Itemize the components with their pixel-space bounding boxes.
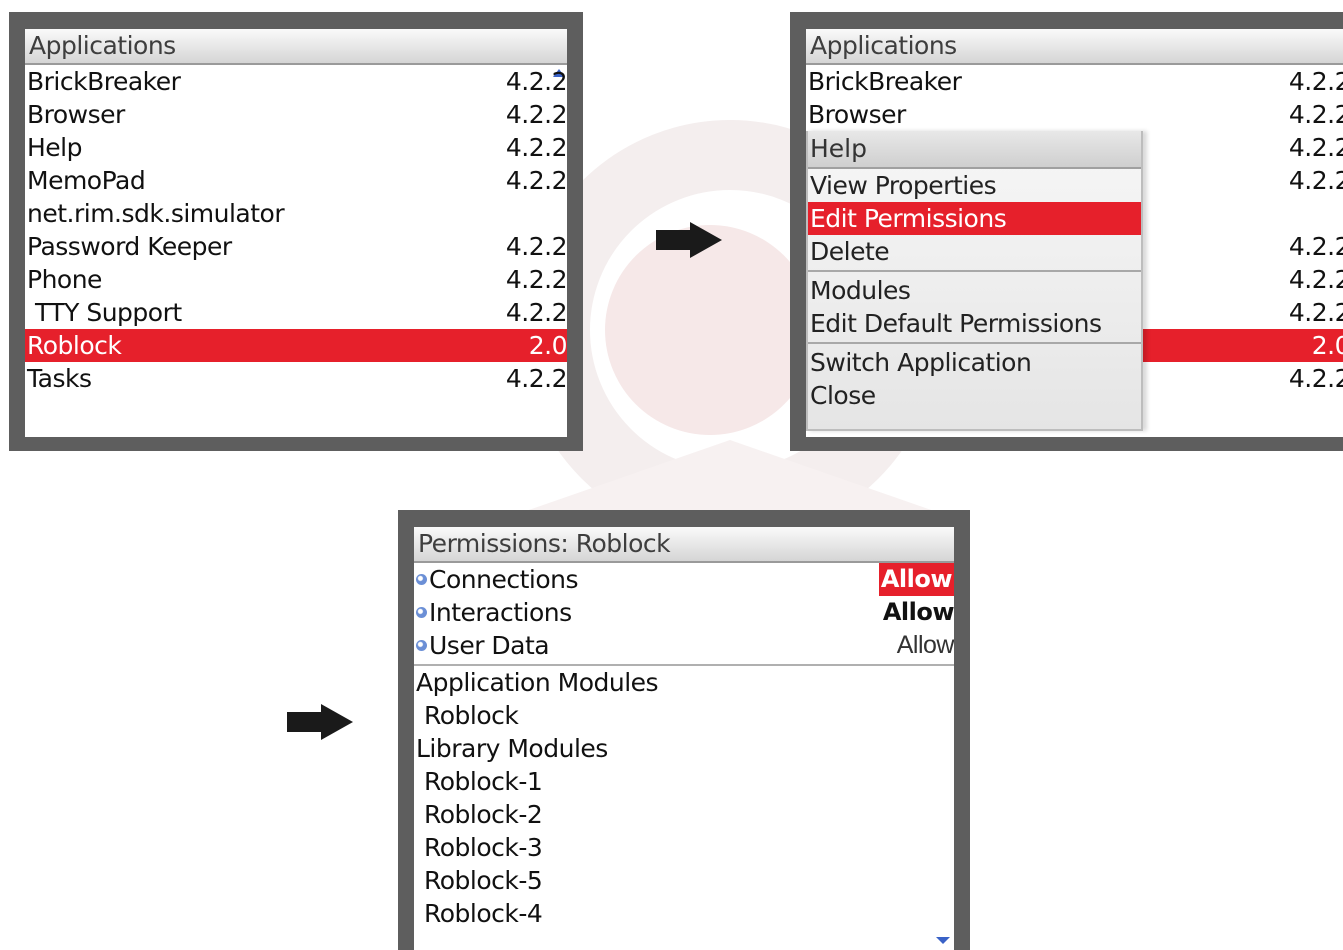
app-name: Phone [27, 265, 102, 294]
list-item-library-module[interactable]: Roblock-3 [414, 831, 954, 864]
app-row-tty-support[interactable]: TTY Support 4.2.2 [25, 296, 567, 329]
app-version: 4.2.2 [505, 298, 567, 327]
app-version: 4.2.2 [1288, 232, 1343, 261]
app-version: 4.2.2 [505, 166, 567, 195]
app-version: 2.0 [528, 331, 567, 360]
permission-value[interactable]: Allow [878, 563, 954, 596]
menu-item-edit-permissions[interactable]: Edit Permissions [808, 202, 1141, 235]
expand-bullet-icon[interactable] [416, 573, 427, 585]
app-version: 4.2.2 [505, 67, 567, 96]
app-row-help[interactable]: Help 4.2.2 [25, 131, 567, 164]
permission-value[interactable]: Allow [883, 596, 954, 629]
app-row-brickbreaker[interactable]: BrickBreaker 4.2.2 [25, 65, 567, 98]
app-version: 4.2.2 [1288, 133, 1343, 162]
screen-title: Applications [806, 29, 1343, 65]
app-name: BrickBreaker [27, 67, 181, 96]
app-version: 4.2.2 [1288, 364, 1343, 393]
app-version: 4.2.2 [1288, 166, 1343, 195]
app-row-phone[interactable]: Phone 4.2.2 [25, 263, 567, 296]
menu-item-modules[interactable]: Modules [808, 274, 1141, 307]
menu-item-switch-application[interactable]: Switch Application [808, 346, 1141, 379]
app-name: Browser [808, 100, 906, 129]
app-version: 4.2.2 [1288, 67, 1343, 96]
app-name: Tasks [27, 364, 92, 393]
menu-separator [808, 342, 1141, 344]
permission-label: User Data [429, 631, 550, 660]
menu-item-close[interactable]: Close [808, 379, 1141, 412]
app-row-tasks[interactable]: Tasks 4.2.2 [25, 362, 567, 395]
screen-applications-list: Applications BrickBreaker 4.2.2 Browser … [9, 12, 583, 451]
app-version: 4.2.2 [505, 364, 567, 393]
arrow-right-icon [287, 704, 357, 740]
app-row-browser[interactable]: Browser 4.2.2 [25, 98, 567, 131]
permission-row-user-data[interactable]: User Data Allow [414, 629, 954, 662]
app-version: 4.2.2 [1288, 265, 1343, 294]
screen-title: Applications [25, 29, 567, 65]
app-name: TTY Support [35, 298, 182, 327]
app-version: 4.2.2 [1288, 298, 1343, 327]
permission-row-connections[interactable]: Connections Allow [414, 563, 954, 596]
context-menu: Help View Properties Edit Permissions De… [806, 131, 1143, 431]
app-name: BrickBreaker [808, 67, 962, 96]
app-version: 4.2.2 [505, 100, 567, 129]
app-name: net.rim.sdk.simulator [27, 199, 285, 228]
app-version: 4.2.2 [505, 265, 567, 294]
list-item-library-module[interactable]: Roblock-2 [414, 798, 954, 831]
scroll-down-icon[interactable] [936, 937, 950, 944]
permission-value[interactable]: Allow [897, 629, 954, 662]
menu-item-view-properties[interactable]: View Properties [808, 169, 1141, 202]
menu-item-edit-default-permissions[interactable]: Edit Default Permissions [808, 307, 1141, 340]
arrow-right-icon [656, 222, 726, 258]
app-version: 2.0 [1311, 331, 1343, 360]
permission-label: Connections [429, 565, 578, 594]
app-name: Browser [27, 100, 125, 129]
expand-bullet-icon[interactable] [416, 606, 427, 618]
app-name: Help [27, 133, 83, 162]
list-item-application-module[interactable]: Roblock [414, 699, 954, 732]
app-name: Roblock [27, 331, 122, 360]
screen-permissions: Permissions: Roblock Connections Allow I… [398, 510, 970, 950]
app-row-memopad[interactable]: MemoPad 4.2.2 [25, 164, 567, 197]
list-item-library-module[interactable]: Roblock-4 [414, 897, 954, 930]
app-version: 4.2.2 [1288, 100, 1343, 129]
menu-item-help[interactable]: Help [808, 131, 1141, 169]
screen-title: Permissions: Roblock [414, 527, 954, 563]
app-row-roblock-selected[interactable]: Roblock 2.0 [25, 329, 567, 362]
screen-applications-menu: Applications BrickBreaker 4.2.2 Browser … [790, 12, 1343, 451]
permission-row-interactions[interactable]: Interactions Allow [414, 596, 954, 629]
app-row-brickbreaker[interactable]: BrickBreaker 4.2.2 [806, 65, 1343, 98]
app-row-simulator[interactable]: net.rim.sdk.simulator [25, 197, 567, 230]
app-row-browser[interactable]: Browser 4.2.2 [806, 98, 1343, 131]
app-name: Password Keeper [27, 232, 232, 261]
watermark-shape [500, 440, 960, 520]
app-row-password-keeper[interactable]: Password Keeper 4.2.2 [25, 230, 567, 263]
permission-label: Interactions [429, 598, 572, 627]
section-header-application-modules: Application Modules [416, 668, 659, 697]
menu-separator [808, 270, 1141, 272]
app-version: 4.2.2 [505, 232, 567, 261]
list-item-library-module[interactable]: Roblock-5 [414, 864, 954, 897]
expand-bullet-icon[interactable] [416, 639, 427, 651]
section-header-library-modules: Library Modules [416, 734, 608, 763]
app-name: MemoPad [27, 166, 146, 195]
menu-item-delete[interactable]: Delete [808, 235, 1141, 268]
app-version: 4.2.2 [505, 133, 567, 162]
list-item-library-module[interactable]: Roblock-1 [414, 765, 954, 798]
